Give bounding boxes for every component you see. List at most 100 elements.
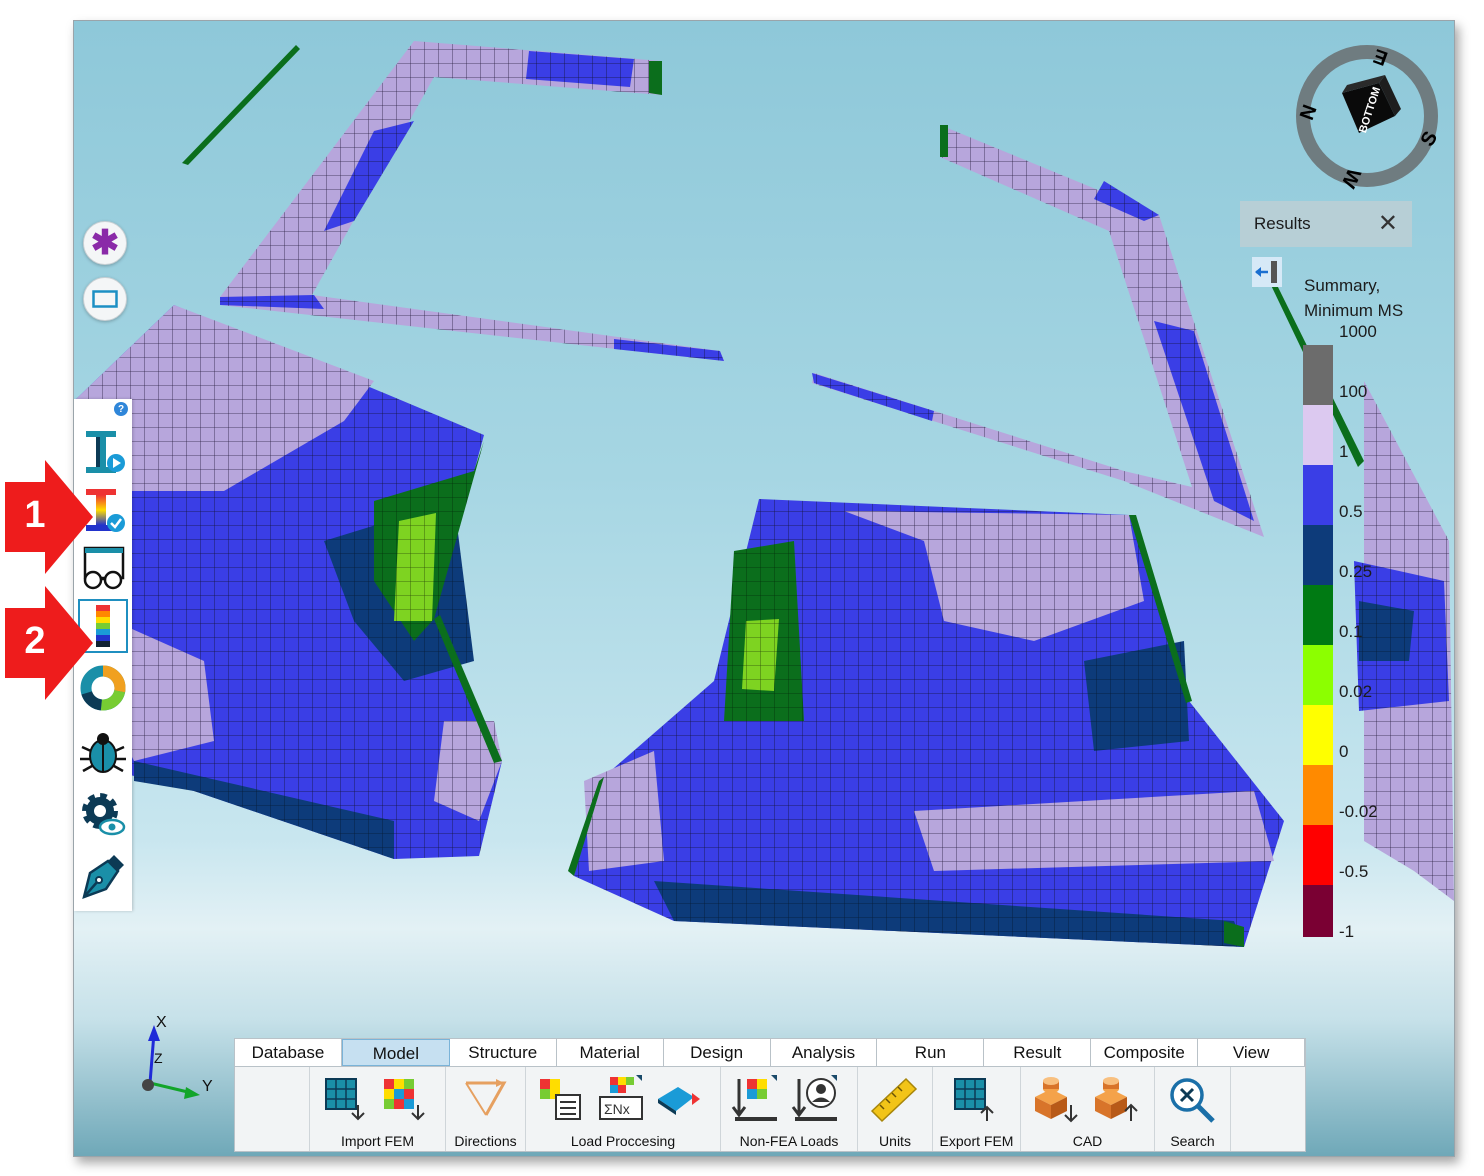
import-fem-color-icon[interactable] [380,1075,430,1125]
legend-band [1303,585,1333,645]
legend-band [1303,345,1333,405]
callout-1-number: 1 [24,494,46,536]
tab-run[interactable]: Run [877,1039,985,1066]
axis-z-label: Z [154,1050,163,1066]
mesh-panel-right-top [812,125,1264,537]
tab-result[interactable]: Result [984,1039,1092,1066]
svg-text:ΣNx: ΣNx [604,1101,630,1117]
load-diamond-icon[interactable] [654,1075,704,1125]
ribbon-group-export-fem: Export FEM [933,1067,1021,1151]
ribbon-group-empty [235,1067,310,1151]
color-legend-icon [96,605,110,647]
rectangle-select-button[interactable] [83,277,127,321]
group-label-export-fem: Export FEM [939,1133,1014,1149]
results-close-button[interactable]: ✕ [1378,209,1398,238]
tab-material[interactable]: Material [557,1039,664,1066]
non-fea-load-user-icon[interactable] [791,1075,841,1125]
gear-eye-icon [82,793,126,836]
asterisk-button[interactable]: ✱ [83,221,127,265]
group-label-units: Units [879,1133,911,1149]
ribbon-group-directions: Directions [446,1067,526,1151]
legend-label: 0.1 [1339,622,1363,641]
legend-label: -0.02 [1339,802,1378,821]
results-title: Results [1254,214,1311,233]
mesh-panel-top [220,41,724,361]
units-ruler-icon[interactable] [870,1075,920,1125]
directions-icon[interactable] [460,1075,510,1125]
bug-icon [80,733,126,773]
callout-2: 2 [5,586,95,700]
import-fem-grid-icon[interactable] [322,1075,372,1125]
ribbon: Database Model Structure Material Design… [234,1038,1306,1152]
legend-title: Summary, Minimum MS [1304,276,1404,320]
help-icon[interactable]: ? [114,402,128,416]
mesh-region [614,339,724,361]
legend-label: 100 [1339,382,1368,401]
tab-view[interactable]: View [1198,1039,1306,1066]
ribbon-group-import-fem: Import FEM [310,1067,446,1151]
callout-1: 1 [5,460,95,574]
mesh-region [812,373,934,421]
ribbon-body: Import FEM Directions ΣNx Load Proccesin… [235,1067,1305,1151]
mesh-region [394,513,436,621]
tab-structure[interactable]: Structure [450,1039,557,1066]
legend-label: 0 [1339,742,1349,761]
ribbon-tabs: Database Model Structure Material Design… [235,1039,1306,1067]
ribbon-group-units: Units [858,1067,933,1151]
tab-composite[interactable]: Composite [1091,1039,1199,1066]
cad-export-icon[interactable] [1091,1075,1141,1125]
pen-nib-icon [82,855,124,899]
3d-viewport[interactable] [74,21,1454,1156]
application-window: BOTTOM E N W S ✱ ? Results ✕ Summary, Mi… [73,20,1455,1157]
legend-band [1303,645,1333,705]
load-table-icon[interactable] [536,1075,586,1125]
group-label-search: Search [1170,1133,1215,1149]
legend-band [1303,825,1333,885]
mesh-region [1359,601,1414,661]
ribbon-group-non-fea-loads: Non-FEA Loads [721,1067,858,1151]
legend-band [1303,885,1333,937]
collapse-legend-icon[interactable] [1252,257,1282,287]
axis-y-label: Y [202,1078,213,1095]
legend-band [1303,765,1333,825]
legend-band [1303,405,1333,465]
toolbar-item-gear-eye[interactable] [78,787,128,841]
ribbon-group-cad: CAD [1021,1067,1155,1151]
mesh-strip [182,45,300,165]
legend-label: -1 [1339,922,1355,941]
legend-band [1303,525,1333,585]
legend-label: 1000 [1339,322,1377,341]
legend-label: 1 [1339,442,1349,461]
tab-design[interactable]: Design [664,1039,771,1066]
tab-database[interactable]: Database [235,1039,342,1066]
legend-label: -0.5 [1339,862,1369,881]
legend-color-bar [1303,345,1333,937]
ribbon-group-load-processing: ΣNx Load Proccesing [526,1067,721,1151]
mesh-edge [940,125,948,157]
group-label-directions: Directions [454,1133,517,1149]
mesh-region [220,295,324,309]
legend-label: 0.5 [1339,502,1363,521]
tab-model[interactable]: Model [341,1039,450,1066]
ribbon-group-search: Search [1155,1067,1231,1151]
group-label-load-processing: Load Proccesing [570,1133,676,1149]
legend-label: 0.25 [1339,562,1373,581]
toolbar-item-pen-nib[interactable] [78,849,128,903]
cad-import-icon[interactable] [1031,1075,1081,1125]
axis-triad: X Z Y [142,1014,213,1099]
legend-label: 0.02 [1339,682,1373,701]
tab-analysis[interactable]: Analysis [771,1039,878,1066]
non-fea-load-grid-icon[interactable] [731,1075,781,1125]
navigation-cube[interactable]: BOTTOM E N W S [1287,31,1455,201]
group-label-cad: CAD [1072,1133,1103,1149]
search-icon[interactable] [1167,1075,1217,1125]
sum-nx-icon[interactable]: ΣNx [596,1075,646,1125]
group-label-non-fea-loads: Non-FEA Loads [739,1133,839,1149]
mesh-region [584,751,664,871]
legend-band [1303,465,1333,525]
export-fem-icon[interactable] [951,1075,1001,1125]
mesh-region [742,619,779,691]
group-label-import-fem: Import FEM [340,1133,415,1149]
toolbar-item-bug[interactable] [78,725,128,779]
axis-x-label: X [156,1014,167,1031]
